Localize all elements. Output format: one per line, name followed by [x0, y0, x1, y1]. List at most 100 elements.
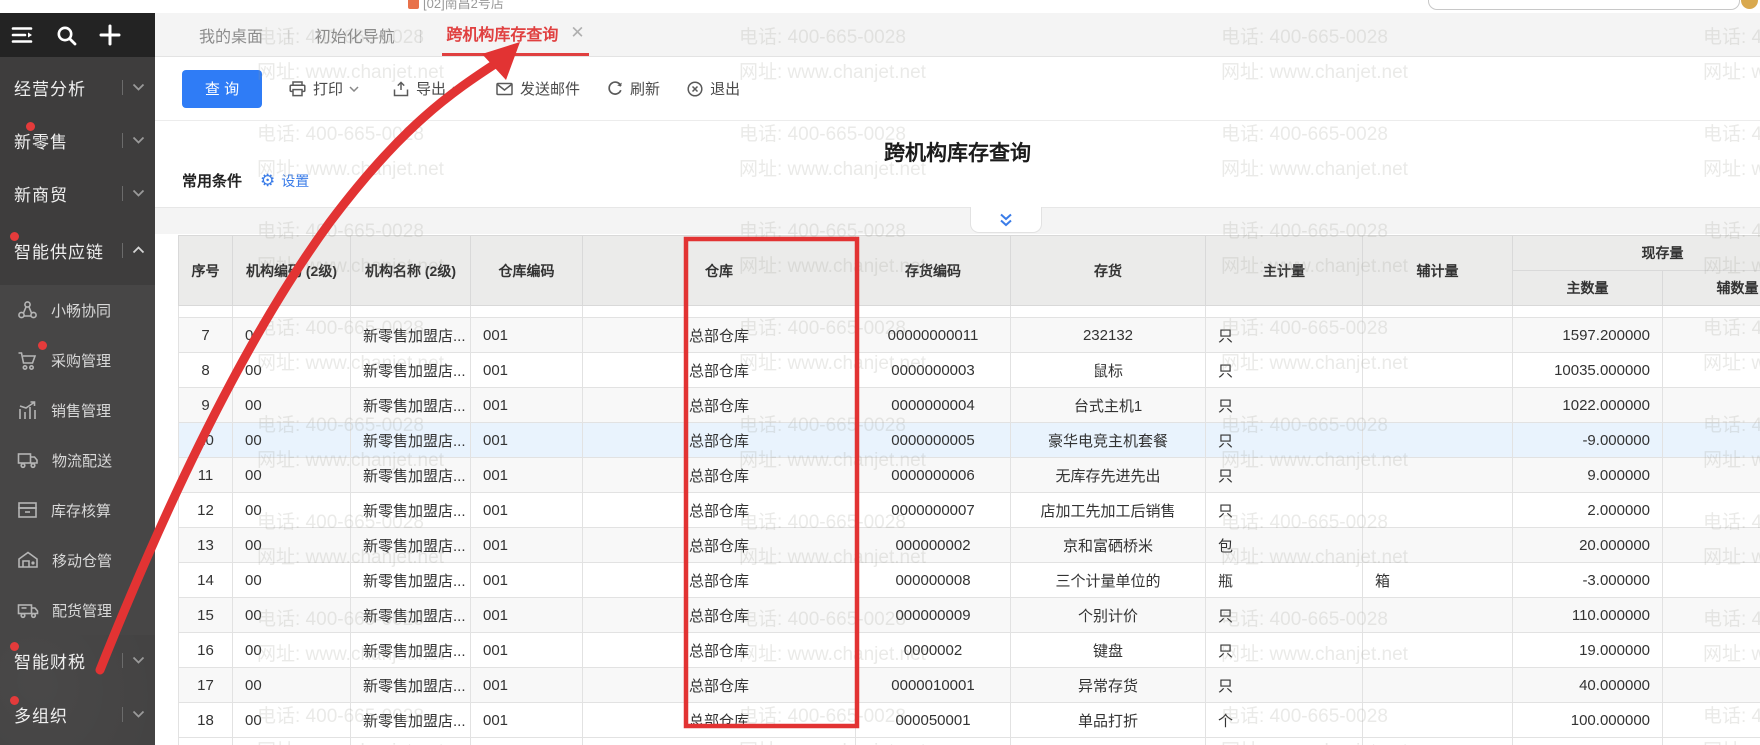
send-mail-button[interactable]: 发送邮件 [496, 78, 580, 99]
notification-dot [26, 122, 35, 131]
divider [122, 706, 123, 722]
sidebar-group-smart-supply-chain[interactable]: 智能供应链 [0, 225, 155, 275]
column-header-warehouse[interactable]: 仓库 [582, 235, 856, 306]
sidebar-item-purchase[interactable]: 采购管理 [0, 335, 155, 385]
sidebar-group-new-trade[interactable]: 新商贸 [0, 168, 155, 218]
cell-seq: 13 [178, 527, 233, 563]
cell-aux_qty [1662, 317, 1760, 353]
chevron-down-icon [132, 710, 145, 718]
mail-icon [496, 82, 513, 95]
avatar-badge-partial[interactable] [1741, 0, 1758, 9]
sidebar-item-sales[interactable]: 销售管理 [0, 385, 155, 435]
sidebar-group-label: 经营分析 [14, 79, 86, 99]
divider [122, 79, 123, 95]
cell-inv_code [855, 737, 1011, 745]
cell-seq: 18 [178, 702, 233, 738]
cell-seq: 12 [178, 492, 233, 528]
cell-inv_code: 0000010001 [855, 667, 1011, 703]
cell-wh_name [582, 737, 856, 745]
sidebar-group-new-retail[interactable]: 新零售 [0, 115, 155, 165]
sidebar-item-mobile-warehouse[interactable]: 移动仓管 [0, 535, 155, 585]
cell-aux_qty [1662, 492, 1760, 528]
sidebar-item-label: 小畅协同 [51, 302, 112, 320]
plus-icon[interactable] [88, 13, 132, 57]
sidebar-group-label: 新零售 [14, 132, 68, 152]
column-header-seq[interactable]: 序号 [178, 235, 233, 306]
search-icon[interactable] [44, 13, 88, 57]
inventory-archive-icon [18, 502, 37, 518]
print-button[interactable]: 打印 [289, 78, 366, 99]
sidebar: 经营分析 新零售 新商贸 智能供应链 小畅协同 采购管理 销售管理 物流配送 库… [0, 57, 155, 745]
cell-inv_name [1010, 737, 1206, 745]
cell-org_code: 00 [232, 667, 351, 703]
sales-chart-icon [19, 400, 36, 419]
cell-org_code: 00 [232, 352, 351, 388]
cell-main_qty: 10035.000000 [1512, 352, 1663, 388]
cell-wh_name: 总部仓库 [582, 527, 856, 563]
table-row[interactable]: 12 00 新零售加盟店... 001 总部仓库 0000000007 店加工先加工后销售只… [178, 492, 1760, 528]
sidebar-item-logistics[interactable]: 物流配送 [0, 435, 155, 485]
column-header-current-stock-group[interactable]: 现存量 [1512, 235, 1760, 271]
table-row[interactable]: 10 00 新零售加盟店... 001 总部仓库 0000000005 豪华电竞主机套餐只 -… [178, 422, 1760, 458]
table-row[interactable]: 8 00 新零售加盟店... 001 总部仓库 0000000003 鼠标只 10035.00… [178, 352, 1760, 388]
tab-my-desktop[interactable]: 我的桌面 [195, 13, 267, 56]
tab-init-navigation[interactable]: 初始化导航 [311, 13, 399, 56]
sidebar-item-collaboration[interactable]: 小畅协同 [0, 285, 155, 335]
cell-seq: 7 [178, 317, 233, 353]
column-header-org-code[interactable]: 机构编码 (2级) [232, 235, 351, 306]
sidebar-group-smart-finance-tax[interactable]: 智能财税 [0, 635, 155, 685]
cell-inv_name: 台式主机1 [1010, 387, 1206, 423]
sidebar-group-multi-organization[interactable]: 多组织 [0, 689, 155, 739]
cell-inv_code: 000000009 [855, 597, 1011, 633]
column-header-inventory[interactable]: 存货 [1010, 235, 1206, 306]
cell-inv_name: 232132 [1010, 317, 1206, 353]
column-header-aux-unit[interactable]: 辅计量 [1362, 235, 1513, 306]
cell-seq: 11 [178, 457, 233, 493]
sidebar-submenu: 小畅协同 采购管理 销售管理 物流配送 库存核算 移动仓管 配货管理 [0, 285, 155, 635]
tab-cross-org-inventory-query[interactable]: 跨机构库存查询 ✕ [442, 13, 589, 56]
settings-link[interactable]: 设置 [281, 171, 309, 191]
cell-org_name: 新零售加盟店... [350, 422, 471, 458]
query-button[interactable]: 查 询 [182, 69, 262, 108]
table-row[interactable]: 14 00 新零售加盟店... 001 总部仓库 000000008 三个计量单位的瓶箱 -3… [178, 562, 1760, 598]
table-row[interactable]: 9 00 新零售加盟店... 001 总部仓库 0000000004 台式主机1 只 1022.… [178, 387, 1760, 423]
column-header-main-unit[interactable]: 主计量 [1205, 235, 1363, 306]
refresh-button[interactable]: 刷新 [607, 78, 660, 99]
cell-org_code: 00 [232, 457, 351, 493]
expand-filter-handle[interactable] [970, 207, 1042, 233]
sidebar-group-business-analysis[interactable]: 经营分析 [0, 62, 155, 112]
exit-button[interactable]: 退出 [687, 78, 740, 99]
column-header-main-qty[interactable]: 主数量 [1512, 270, 1663, 306]
menu-icon[interactable] [0, 13, 44, 57]
chevron-down-icon [349, 85, 359, 92]
top-search-box-partial[interactable] [1428, 0, 1740, 10]
cell-inv_name: 店加工先加工后销售 [1010, 492, 1206, 528]
chevron-down-icon [452, 85, 462, 92]
table-row[interactable]: 13 00 新零售加盟店... 001 总部仓库 000000002 京和富硒桥米包 20.0… [178, 527, 1760, 563]
column-header-org-name[interactable]: 机构名称 (2级) [350, 235, 471, 306]
sidebar-item-label: 销售管理 [51, 402, 112, 420]
distribution-van-icon [17, 604, 39, 619]
cell-main_qty: 19.000000 [1512, 632, 1663, 668]
chevron-down-icon [132, 136, 145, 144]
export-button[interactable]: 导出 [393, 78, 469, 99]
table-row[interactable]: 15 00 新零售加盟店... 001 总部仓库 000000009 个别计价只 110.00… [178, 597, 1760, 633]
gear-icon[interactable]: ⚙ [260, 172, 275, 189]
chevron-down-icon [132, 189, 145, 197]
table-row[interactable]: 16 00 新零售加盟店... 001 总部仓库 0000002 键盘只 19.000000 [178, 632, 1760, 668]
table-row[interactable]: 17 00 新零售加盟店... 001 总部仓库 0000010001 异常存货只 40.00… [178, 667, 1760, 703]
sidebar-item-distribution[interactable]: 配货管理 [0, 585, 155, 635]
cell-inv_name: 个别计价 [1010, 597, 1206, 633]
cell-org_code: 00 [232, 597, 351, 633]
column-header-inventory-code[interactable]: 存货编码 [855, 235, 1011, 306]
cell-aux_qty [1662, 562, 1760, 598]
column-header-warehouse-code[interactable]: 仓库编码 [470, 235, 583, 306]
cell-aux_qty [1662, 702, 1760, 738]
table-row[interactable]: 7 00 新零售加盟店... 001 总部仓库 00000000011 232132 只 159… [178, 317, 1760, 353]
cell-main_qty: 40.000000 [1512, 667, 1663, 703]
sidebar-item-inventory-accounting[interactable]: 库存核算 [0, 485, 155, 535]
close-icon[interactable]: ✕ [570, 23, 584, 43]
table-row[interactable]: 11 00 新零售加盟店... 001 总部仓库 0000000006 无库存先进先出只 9.… [178, 457, 1760, 493]
column-header-aux-qty[interactable]: 辅数量 [1662, 270, 1760, 306]
table-row[interactable]: 18 00 新零售加盟店... 001 总部仓库 000050001 单品打折个 100.00… [178, 702, 1760, 738]
